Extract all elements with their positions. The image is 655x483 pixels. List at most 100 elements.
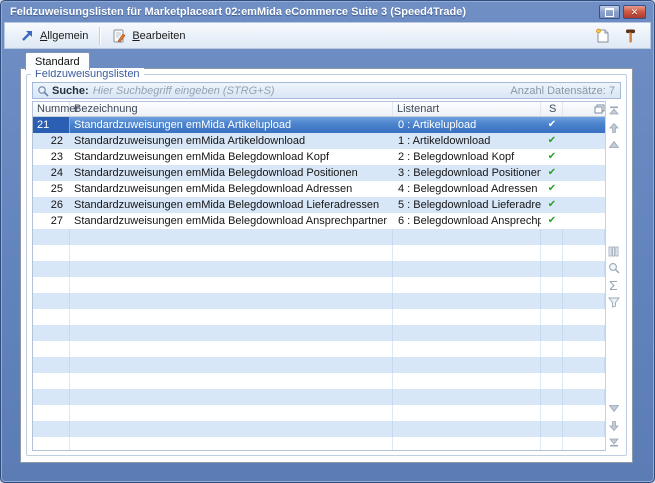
grid-header: Nummer Bezeichnung Listenart S bbox=[33, 102, 605, 117]
cell-bezeichnung: Standardzuweisungen emMida Artikeldownlo… bbox=[70, 133, 393, 149]
content-panel: Feldzuweisungslisten Suche: Hier Suchbeg… bbox=[20, 68, 633, 463]
table-row[interactable]: 21Standardzuweisungen emMida Artikeluplo… bbox=[33, 117, 605, 133]
restore-button[interactable] bbox=[599, 5, 620, 19]
table-row[interactable]: 22Standardzuweisungen emMida Artikeldown… bbox=[33, 133, 605, 149]
arrow-up-right-icon bbox=[19, 28, 35, 44]
table-row[interactable]: 25Standardzuweisungen emMida Belegdownlo… bbox=[33, 181, 605, 197]
empty-row bbox=[33, 373, 605, 389]
hammer-icon[interactable] bbox=[622, 28, 638, 44]
cell-bezeichnung: Standardzuweisungen emMida Belegdownload… bbox=[70, 181, 393, 197]
column-chooser-icon[interactable] bbox=[607, 244, 621, 259]
cell-nummer: 27 bbox=[33, 213, 70, 229]
cell-filler bbox=[563, 149, 605, 165]
check-icon: ✔ bbox=[541, 181, 563, 197]
table-row[interactable]: 27Standardzuweisungen emMida Belegdownlo… bbox=[33, 213, 605, 229]
edit-page-icon bbox=[111, 28, 127, 44]
cell-bezeichnung: Standardzuweisungen emMida Belegdownload… bbox=[70, 213, 393, 229]
restore-icon bbox=[605, 8, 614, 17]
row-up-icon[interactable] bbox=[607, 137, 621, 152]
data-grid: Nummer Bezeichnung Listenart S 21Standar… bbox=[32, 101, 606, 451]
column-header-listenart[interactable]: Listenart bbox=[393, 102, 541, 116]
copy-windows-icon[interactable] bbox=[594, 104, 605, 114]
cell-nummer: 24 bbox=[33, 165, 70, 181]
check-icon: ✔ bbox=[541, 117, 563, 133]
cell-nummer: 23 bbox=[33, 149, 70, 165]
titlebar: Feldzuweisungslisten für Marketplaceart … bbox=[3, 2, 652, 22]
cell-bezeichnung: Standardzuweisungen emMida Belegdownload… bbox=[70, 165, 393, 181]
table-row[interactable]: 26Standardzuweisungen emMida Belegdownlo… bbox=[33, 197, 605, 213]
empty-row bbox=[33, 277, 605, 293]
column-header-nummer[interactable]: Nummer bbox=[33, 102, 70, 116]
check-icon: ✔ bbox=[541, 149, 563, 165]
bearbeiten-button[interactable]: Bearbeiten bbox=[105, 26, 191, 46]
filter-icon[interactable] bbox=[607, 295, 621, 310]
empty-row bbox=[33, 389, 605, 405]
check-icon: ✔ bbox=[541, 213, 563, 229]
cell-filler bbox=[563, 133, 605, 149]
cell-listenart: 0 : Artikelupload bbox=[393, 117, 541, 133]
column-header-filler bbox=[563, 102, 605, 116]
toolbar-separator bbox=[99, 27, 100, 45]
empty-row bbox=[33, 293, 605, 309]
cell-filler bbox=[563, 181, 605, 197]
scroll-to-bottom-icon[interactable] bbox=[607, 435, 621, 450]
grid-nav-strip bbox=[606, 101, 621, 451]
empty-row bbox=[33, 261, 605, 277]
search-placeholder: Hier Suchbegriff eingeben (STRG+S) bbox=[93, 85, 275, 97]
table-row[interactable]: 24Standardzuweisungen emMida Belegdownlo… bbox=[33, 165, 605, 181]
allgemein-label: Allgemein bbox=[40, 30, 88, 42]
cell-listenart: 5 : Belegdownload Lieferadressen bbox=[393, 197, 541, 213]
record-count-label: Anzahl Datensätze: 7 bbox=[510, 85, 620, 97]
grid-rows: 21Standardzuweisungen emMida Artikeluplo… bbox=[33, 117, 605, 451]
zoom-icon[interactable] bbox=[607, 261, 621, 276]
cell-filler bbox=[563, 117, 605, 133]
empty-row bbox=[33, 405, 605, 421]
page-down-icon[interactable] bbox=[607, 418, 621, 433]
scroll-to-top-icon[interactable] bbox=[607, 103, 621, 118]
empty-row bbox=[33, 309, 605, 325]
empty-row bbox=[33, 245, 605, 261]
empty-row bbox=[33, 421, 605, 437]
window-title: Feldzuweisungslisten für Marketplaceart … bbox=[3, 6, 466, 18]
cell-listenart: 1 : Artikeldownload bbox=[393, 133, 541, 149]
search-bar[interactable]: Suche: Hier Suchbegriff eingeben (STRG+S… bbox=[32, 82, 621, 99]
grid-area: Nummer Bezeichnung Listenart S 21Standar… bbox=[32, 101, 621, 451]
cell-listenart: 3 : Belegdownload Positionen bbox=[393, 165, 541, 181]
empty-row bbox=[33, 325, 605, 341]
new-document-icon[interactable] bbox=[594, 28, 610, 44]
cell-bezeichnung: Standardzuweisungen emMida Belegdownload… bbox=[70, 197, 393, 213]
app-window: Feldzuweisungslisten für Marketplaceart … bbox=[0, 0, 655, 483]
cell-nummer: 22 bbox=[33, 133, 70, 149]
allgemein-button[interactable]: Allgemein bbox=[13, 26, 94, 46]
page-up-icon[interactable] bbox=[607, 120, 621, 135]
table-row[interactable]: 23Standardzuweisungen emMida Belegdownlo… bbox=[33, 149, 605, 165]
column-header-s[interactable]: S bbox=[541, 102, 563, 116]
search-icon bbox=[36, 84, 49, 97]
empty-row bbox=[33, 437, 605, 451]
tab-standard[interactable]: Standard bbox=[25, 52, 90, 70]
bearbeiten-label: Bearbeiten bbox=[132, 30, 185, 42]
column-header-bezeichnung[interactable]: Bezeichnung bbox=[70, 102, 393, 116]
toolbar: Allgemein Bearbeiten bbox=[4, 22, 651, 49]
check-icon: ✔ bbox=[541, 197, 563, 213]
row-down-icon[interactable] bbox=[607, 401, 621, 416]
search-label: Suche: bbox=[52, 85, 89, 97]
cell-listenart: 2 : Belegdownload Kopf bbox=[393, 149, 541, 165]
close-button[interactable]: ✕ bbox=[623, 5, 646, 19]
cell-nummer: 25 bbox=[33, 181, 70, 197]
cell-bezeichnung: Standardzuweisungen emMida Artikelupload bbox=[70, 117, 393, 133]
sum-icon[interactable] bbox=[607, 278, 621, 293]
cell-listenart: 6 : Belegdownload Ansprechpartner bbox=[393, 213, 541, 229]
empty-row bbox=[33, 357, 605, 373]
cell-listenart: 4 : Belegdownload Adressen bbox=[393, 181, 541, 197]
cell-bezeichnung: Standardzuweisungen emMida Belegdownload… bbox=[70, 149, 393, 165]
empty-row bbox=[33, 229, 605, 245]
check-icon: ✔ bbox=[541, 165, 563, 181]
check-icon: ✔ bbox=[541, 133, 563, 149]
cell-nummer: 21 bbox=[33, 117, 70, 133]
groupbox-feldzuweisungslisten: Feldzuweisungslisten Suche: Hier Suchbeg… bbox=[26, 74, 627, 456]
empty-row bbox=[33, 341, 605, 357]
cell-filler bbox=[563, 197, 605, 213]
cell-filler bbox=[563, 165, 605, 181]
cell-nummer: 26 bbox=[33, 197, 70, 213]
